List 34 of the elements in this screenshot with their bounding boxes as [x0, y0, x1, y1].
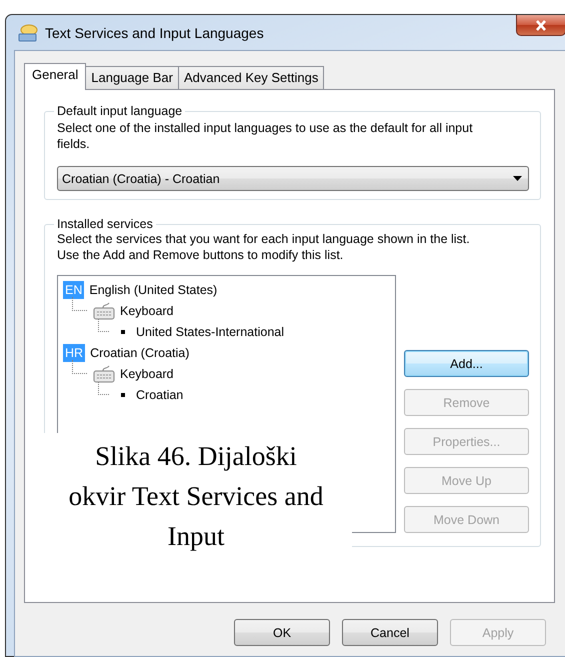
- app-icon: [18, 24, 38, 42]
- description-text: Select the services that you want for each input language shown in the list.: [57, 231, 471, 247]
- tree-item[interactable]: Keyboard: [120, 304, 174, 318]
- group-label: Default input language: [56, 104, 184, 118]
- tab[interactable]: General: [24, 63, 86, 90]
- language-badge: HR: [63, 344, 86, 362]
- bullet-icon: [121, 392, 125, 396]
- description-text: Select one of the installed input languages to use as the default for all input fields.: [57, 120, 474, 152]
- dropdown-arrow-icon: [513, 176, 522, 181]
- tree-line: [98, 319, 109, 332]
- tree-line: [98, 382, 109, 395]
- tab[interactable]: Advanced Key Settings: [178, 66, 324, 89]
- tab[interactable]: Language Bar: [85, 66, 179, 89]
- keyboard-icon: [93, 364, 115, 382]
- close-icon: [535, 20, 547, 30]
- tree-line: [72, 297, 87, 311]
- language-badge: EN: [63, 280, 84, 298]
- close-button[interactable]: [516, 15, 565, 36]
- tree-line: [72, 360, 87, 374]
- window-title: Text Services and Input Languages: [45, 24, 264, 40]
- description-text: Use the Add and Remove buttons to modify this list.: [57, 247, 344, 263]
- keyboard-icon: [93, 302, 115, 320]
- dropdown-value: Croatian (Croatia) - Croatian: [62, 172, 220, 186]
- tree-item[interactable]: United States-International: [136, 324, 284, 338]
- button[interactable]: OK: [234, 619, 330, 646]
- bullet-icon: [121, 330, 125, 334]
- tree-item[interactable]: English (United States): [89, 282, 218, 296]
- language-dropdown[interactable]: Croatian (Croatia) - Croatian: [57, 166, 529, 191]
- button[interactable]: Cancel: [342, 619, 438, 646]
- tree-item[interactable]: Croatian (Croatia): [90, 346, 190, 360]
- tree-item[interactable]: Croatian: [136, 388, 184, 402]
- button[interactable]: Add...: [404, 350, 529, 377]
- group-label: Installed services: [56, 217, 154, 231]
- tree-item[interactable]: Keyboard: [120, 366, 174, 380]
